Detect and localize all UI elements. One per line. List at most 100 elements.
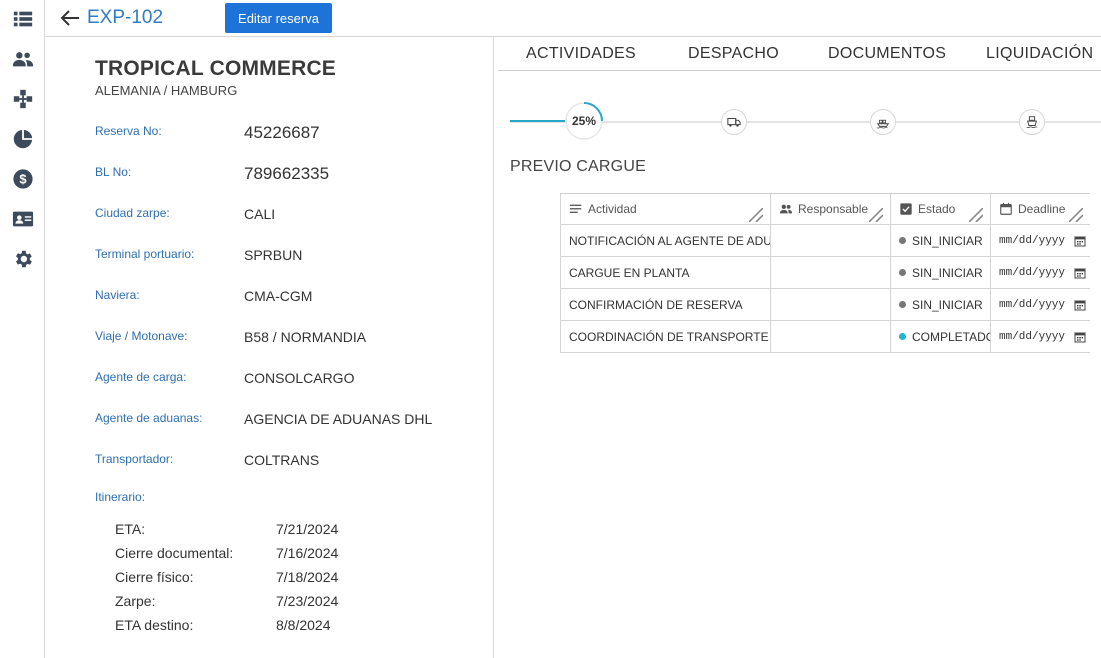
field-value-agente-aduanas: AGENCIA DE ADUANAS DHL — [244, 411, 433, 427]
deadline-date-input[interactable]: mm/dd/yyyy — [999, 267, 1073, 279]
calendar-icon — [1000, 202, 1012, 215]
resize-handle-icon[interactable] — [1069, 208, 1083, 222]
cell-deadline[interactable]: mm/dd/yyyy — [991, 289, 1090, 320]
booking-details-panel: TROPICAL COMMERCE ALEMANIA / HAMBURG Res… — [45, 37, 494, 658]
field-label-terminal: Terminal portuario: — [95, 247, 195, 261]
resize-handle-icon[interactable] — [969, 208, 983, 222]
contact-card-icon[interactable] — [12, 208, 34, 230]
cell-responsable[interactable] — [771, 321, 891, 352]
calendar-picker-icon[interactable] — [1074, 267, 1086, 279]
ship-icon[interactable] — [1019, 109, 1045, 135]
field-value-ciudad-zarpe: CALI — [244, 206, 276, 222]
tab-despacho[interactable]: DESPACHO — [688, 45, 779, 63]
field-value-terminal: SPRBUN — [244, 247, 303, 263]
dollar-icon[interactable]: $ — [12, 168, 34, 190]
status-dot — [899, 333, 906, 340]
column-header-actividad[interactable]: Actividad — [560, 194, 771, 224]
tab-documentos[interactable]: DOCUMENTOS — [828, 45, 946, 63]
calendar-picker-icon[interactable] — [1074, 299, 1086, 311]
field-value-reserva: 45226687 — [244, 123, 320, 142]
top-bar: EXP-102 Editar reserva — [45, 0, 1101, 37]
progress-fill — [510, 120, 565, 122]
tab-bar: ACTIVIDADES DESPACHO DOCUMENTOS LIQUIDAC… — [498, 37, 1101, 71]
users-icon[interactable] — [12, 48, 34, 70]
status-dot — [899, 237, 906, 244]
table-row[interactable]: COORDINACIÓN DE TRANSPORTE TERRESTRE COM… — [560, 321, 1090, 353]
truck-icon[interactable] — [721, 109, 747, 135]
cell-estado[interactable]: SIN_INICIAR — [891, 257, 991, 288]
itinerary-item-label: Cierre físico: — [115, 569, 194, 585]
ship-loading-icon[interactable] — [870, 109, 896, 135]
lines-icon — [569, 204, 582, 213]
cell-estado[interactable]: COMPLETADO — [891, 321, 991, 352]
column-header-label: Responsable — [798, 202, 869, 216]
field-label-viaje: Viaje / Motonave: — [95, 329, 188, 343]
network-icon[interactable] — [12, 88, 34, 110]
table-row[interactable]: CARGUE EN PLANTA SIN_INICIAR mm/dd/yyyy — [560, 257, 1090, 289]
column-header-deadline[interactable]: Deadline — [991, 194, 1090, 224]
resize-handle-icon[interactable] — [869, 208, 883, 222]
field-label-bl: BL No: — [95, 165, 132, 179]
cell-actividad: CARGUE EN PLANTA — [560, 257, 771, 288]
tab-actividades[interactable]: ACTIVIDADES — [526, 45, 636, 63]
pie-chart-icon[interactable] — [12, 128, 34, 150]
calendar-picker-icon[interactable] — [1074, 331, 1086, 343]
cell-deadline[interactable]: mm/dd/yyyy — [991, 257, 1090, 288]
field-label-ciudad-zarpe: Ciudad zarpe: — [95, 206, 170, 220]
column-header-estado[interactable]: Estado — [891, 194, 991, 224]
people-icon — [779, 204, 793, 214]
edit-booking-button[interactable]: Editar reserva — [225, 3, 332, 33]
status-text: SIN_INICIAR — [912, 233, 983, 248]
cell-responsable[interactable] — [771, 289, 891, 320]
itinerary-item-label: Zarpe: — [115, 593, 156, 609]
cell-deadline[interactable]: mm/dd/yyyy — [991, 225, 1090, 256]
checkbox-icon — [900, 203, 912, 215]
field-label-naviera: Naviera: — [95, 288, 140, 302]
status-dot — [899, 301, 906, 308]
cell-responsable[interactable] — [771, 257, 891, 288]
cell-actividad: COORDINACIÓN DE TRANSPORTE TERRESTRE — [560, 321, 771, 352]
field-value-agente-carga: CONSOLCARGO — [244, 370, 355, 386]
gear-icon[interactable] — [12, 248, 34, 270]
status-text: SIN_INICIAR — [912, 297, 983, 312]
table-row[interactable]: NOTIFICACIÓN AL AGENTE DE ADUANAS SIN_IN… — [560, 225, 1090, 257]
cell-actividad: NOTIFICACIÓN AL AGENTE DE ADUANAS — [560, 225, 771, 256]
arrow-left-icon[interactable] — [59, 8, 81, 28]
status-text: SIN_INICIAR — [912, 265, 983, 280]
deadline-date-input[interactable]: mm/dd/yyyy — [999, 331, 1073, 343]
resize-handle-icon[interactable] — [749, 208, 763, 222]
section-title: PREVIO CARGUE — [510, 158, 646, 175]
cell-estado[interactable]: SIN_INICIAR — [891, 225, 991, 256]
status-text: COMPLETADO — [912, 329, 991, 344]
company-name: TROPICAL COMMERCE — [95, 57, 337, 80]
record-id-title: EXP-102 — [87, 7, 164, 28]
cell-deadline[interactable]: mm/dd/yyyy — [991, 321, 1090, 352]
svg-text:$: $ — [19, 172, 26, 187]
column-header-responsable[interactable]: Responsable — [771, 194, 891, 224]
itinerary-item-value: 8/8/2024 — [276, 617, 331, 633]
column-header-label: Deadline — [1018, 202, 1066, 216]
list-icon[interactable] — [12, 8, 34, 30]
cell-responsable[interactable] — [771, 225, 891, 256]
field-label-agente-aduanas: Agente de aduanas: — [95, 411, 203, 425]
deadline-date-input[interactable]: mm/dd/yyyy — [999, 299, 1073, 311]
itinerary-item-label: ETA: — [115, 521, 146, 537]
itinerary-label: Itinerario: — [95, 490, 146, 504]
table-header-row: Actividad Responsable Estado Deadline — [560, 194, 1090, 225]
field-value-naviera: CMA-CGM — [244, 288, 313, 304]
column-header-label: Actividad — [588, 202, 637, 216]
tab-liquidacion[interactable]: LIQUIDACIÓN — [986, 45, 1093, 63]
activities-panel: ACTIVIDADES DESPACHO DOCUMENTOS LIQUIDAC… — [498, 37, 1101, 658]
column-header-label: Estado — [918, 202, 956, 216]
cell-estado[interactable]: SIN_INICIAR — [891, 289, 991, 320]
itinerary-item-label: ETA destino: — [115, 617, 194, 633]
field-label-reserva: Reserva No: — [95, 124, 162, 138]
activities-table: Actividad Responsable Estado Deadline NO… — [560, 193, 1090, 353]
sidebar: $ — [0, 0, 45, 658]
table-row[interactable]: CONFIRMACIÓN DE RESERVA SIN_INICIAR mm/d… — [560, 289, 1090, 321]
progress-percent: 25% — [571, 114, 597, 128]
calendar-picker-icon[interactable] — [1074, 235, 1086, 247]
itinerary-item-value: 7/23/2024 — [276, 593, 339, 609]
field-label-transportador: Transportador: — [95, 452, 174, 466]
deadline-date-input[interactable]: mm/dd/yyyy — [999, 235, 1073, 247]
